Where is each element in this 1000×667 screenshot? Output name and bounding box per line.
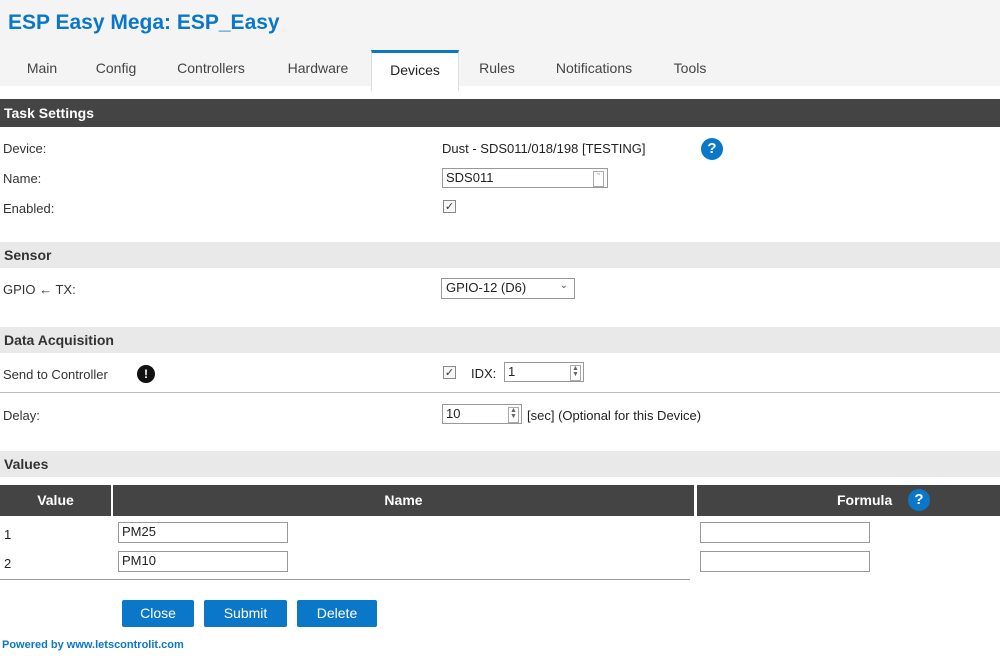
tab-controllers[interactable]: Controllers: [160, 50, 262, 86]
column-header-name: Name: [113, 485, 694, 516]
close-button[interactable]: Close: [122, 600, 194, 627]
send-to-controller-checkbox[interactable]: ✓: [443, 366, 456, 379]
value-formula-input[interactable]: [700, 522, 870, 543]
name-input-value: SDS011: [446, 170, 494, 185]
section-data-acquisition: Data Acquisition: [0, 327, 1000, 353]
tab-devices[interactable]: Devices: [371, 50, 459, 91]
spinner-icon[interactable]: ▲ ▼: [570, 365, 581, 381]
spinner-icon[interactable]: ▲ ▼: [508, 407, 519, 423]
column-header-formula: Formula: [697, 485, 1000, 516]
app-title: ESP Easy Mega: ESP_Easy: [8, 11, 280, 34]
column-header-formula-label: Formula: [837, 492, 893, 508]
delay-input[interactable]: 10 ▲ ▼: [442, 404, 522, 424]
section-task-settings: Task Settings: [0, 99, 1000, 127]
section-sensor: Sensor: [0, 242, 1000, 268]
tab-rules[interactable]: Rules: [466, 50, 528, 86]
divider: [0, 392, 1000, 393]
column-header-value: Value: [0, 485, 111, 516]
tab-config[interactable]: Config: [80, 50, 152, 86]
submit-button[interactable]: Submit: [204, 600, 287, 627]
name-input[interactable]: SDS011 ▫: [442, 168, 608, 188]
send-to-controller-label: Send to Controller: [3, 367, 108, 382]
value-name-text: PM10: [122, 553, 156, 568]
help-icon[interactable]: ?: [908, 489, 930, 511]
footer-link[interactable]: Powered by www.letscontrolit.com: [2, 639, 184, 651]
enabled-label: Enabled:: [3, 201, 55, 216]
gpio-select-value: GPIO-12 (D6): [446, 280, 527, 295]
delete-button[interactable]: Delete: [297, 600, 377, 627]
input-clear-icon: ▫: [593, 171, 604, 187]
gpio-label: GPIO ← TX:: [3, 282, 76, 297]
value-formula-input[interactable]: [700, 551, 870, 572]
name-label: Name:: [3, 171, 42, 186]
idx-label: IDX:: [471, 366, 497, 381]
delay-input-value: 10: [446, 406, 461, 421]
delay-label: Delay:: [3, 408, 40, 423]
tab-tools[interactable]: Tools: [660, 50, 720, 86]
gpio-select[interactable]: GPIO-12 (D6) ⌄: [441, 278, 575, 299]
enabled-checkbox[interactable]: ✓: [443, 200, 456, 213]
value-name-input[interactable]: PM25: [118, 522, 288, 543]
device-value: Dust - SDS011/018/198 [TESTING]: [442, 141, 646, 156]
tab-main[interactable]: Main: [14, 50, 70, 86]
value-name-text: PM25: [122, 524, 156, 539]
tab-notifications[interactable]: Notifications: [538, 50, 650, 86]
info-icon[interactable]: !: [137, 365, 155, 383]
divider: [0, 579, 690, 580]
help-icon[interactable]: ?: [701, 138, 723, 160]
value-index: 2: [4, 556, 12, 571]
tab-hardware[interactable]: Hardware: [272, 50, 364, 86]
chevron-down-icon: ⌄: [559, 280, 568, 291]
idx-input-value: 1: [508, 364, 516, 379]
delay-suffix: [sec] (Optional for this Device): [527, 408, 702, 423]
section-values: Values: [0, 451, 1000, 477]
idx-input[interactable]: 1 ▲ ▼: [504, 362, 584, 382]
value-index: 1: [4, 527, 12, 542]
device-label: Device:: [3, 141, 47, 156]
value-name-input[interactable]: PM10: [118, 551, 288, 572]
